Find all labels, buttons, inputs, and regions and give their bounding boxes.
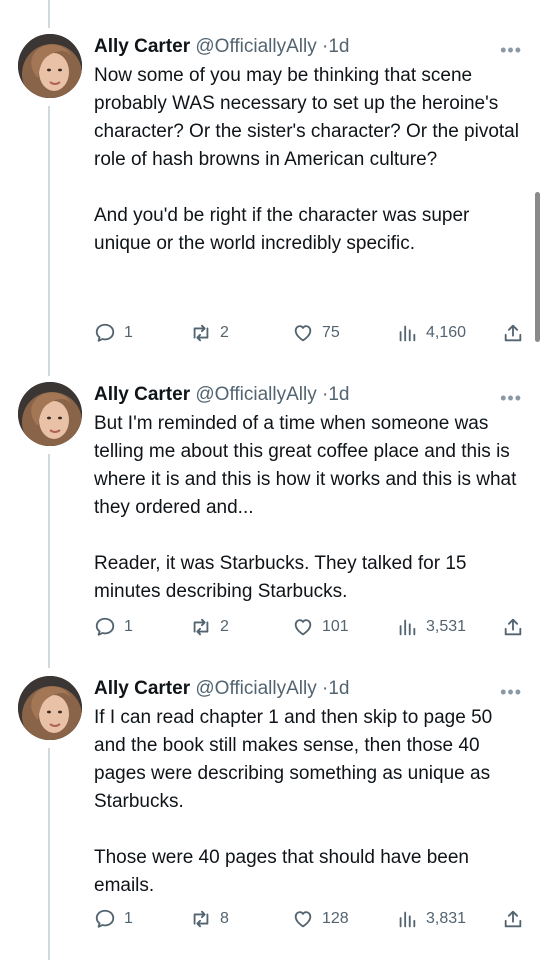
tweet-paragraph: Reader, it was Starbucks. They talked fo… <box>94 553 467 602</box>
tweet-actions: 1 2 75 4,160 <box>94 322 526 346</box>
views-button[interactable]: 4,160 <box>396 322 466 344</box>
thread-line <box>48 454 50 668</box>
reply-count: 1 <box>124 324 133 341</box>
avatar[interactable] <box>18 34 82 98</box>
reply-button[interactable]: 1 <box>94 908 133 930</box>
thread-line <box>48 0 50 28</box>
author-name[interactable]: Ally Carter <box>94 678 190 699</box>
like-count: 128 <box>322 910 349 927</box>
heart-icon <box>294 911 312 928</box>
tweet-actions: 1 2 101 3,531 <box>94 616 526 640</box>
like-count: 101 <box>322 618 349 635</box>
more-options-icon[interactable]: ••• <box>500 682 522 703</box>
reply-icon <box>95 617 115 636</box>
views-button[interactable]: 3,831 <box>396 908 466 930</box>
tweet-paragraph: Now some of you may be thinking that sce… <box>94 65 519 170</box>
avatar[interactable] <box>18 676 82 740</box>
tweet-text: Now some of you may be thinking that sce… <box>94 62 524 258</box>
reply-button[interactable]: 1 <box>94 616 133 638</box>
tweet-paragraph: Those were 40 pages that should have bee… <box>94 847 469 896</box>
like-button[interactable]: 101 <box>292 616 349 638</box>
share-button[interactable] <box>502 322 524 344</box>
thread-line <box>48 748 50 960</box>
views-icon <box>399 911 416 928</box>
tweet-text: If I can read chapter 1 and then skip to… <box>94 704 524 900</box>
tweet-paragraph: If I can read chapter 1 and then skip to… <box>94 707 493 812</box>
retweet-button[interactable]: 8 <box>190 908 229 930</box>
view-count: 3,531 <box>426 618 467 635</box>
share-button[interactable] <box>502 616 524 638</box>
retweet-button[interactable]: 2 <box>190 616 229 638</box>
views-icon <box>399 325 416 342</box>
retweet-count: 2 <box>220 324 229 341</box>
heart-icon <box>294 325 312 342</box>
reply-icon <box>95 909 115 928</box>
author-handle[interactable]: @OfficiallyAlly <box>195 384 316 405</box>
retweet-button[interactable]: 2 <box>190 322 229 344</box>
tweet-header: Ally Carter @OfficiallyAlly ·1d <box>94 678 350 700</box>
view-count: 4,160 <box>426 324 467 341</box>
retweet-count: 8 <box>220 910 229 927</box>
reply-icon <box>95 323 115 342</box>
views-icon <box>399 619 416 636</box>
author-handle[interactable]: @OfficiallyAlly <box>195 678 316 699</box>
avatar[interactable] <box>18 382 82 446</box>
tweet-time[interactable]: 1d <box>328 678 349 699</box>
tweet-header: Ally Carter @OfficiallyAlly ·1d <box>94 384 350 406</box>
share-icon <box>504 324 522 342</box>
tweet-paragraph: And you'd be right if the character was … <box>94 205 470 254</box>
tweet-time[interactable]: 1d <box>328 384 349 405</box>
share-icon <box>504 910 522 928</box>
reply-count: 1 <box>124 910 133 927</box>
like-button[interactable]: 128 <box>292 908 349 930</box>
author-name[interactable]: Ally Carter <box>94 36 190 57</box>
more-options-icon[interactable]: ••• <box>500 388 522 409</box>
retweet-count: 2 <box>220 618 229 635</box>
author-handle[interactable]: @OfficiallyAlly <box>195 36 316 57</box>
like-count: 75 <box>322 324 340 341</box>
tweet-time[interactable]: 1d <box>328 36 349 57</box>
retweet-icon <box>193 618 209 636</box>
retweet-icon <box>193 910 209 928</box>
tweet-header: Ally Carter @OfficiallyAlly ·1d <box>94 36 350 58</box>
like-button[interactable]: 75 <box>292 322 340 344</box>
view-count: 3,831 <box>426 910 467 927</box>
retweet-icon <box>193 324 209 342</box>
reply-count: 1 <box>124 618 133 635</box>
views-button[interactable]: 3,531 <box>396 616 466 638</box>
scrollbar[interactable] <box>535 192 540 342</box>
heart-icon <box>294 619 312 636</box>
tweet-text: But I'm reminded of a time when someone … <box>94 410 524 606</box>
tweet-paragraph: But I'm reminded of a time when someone … <box>94 413 517 518</box>
more-options-icon[interactable]: ••• <box>500 40 522 61</box>
share-icon <box>504 618 522 636</box>
reply-button[interactable]: 1 <box>94 322 133 344</box>
author-name[interactable]: Ally Carter <box>94 384 190 405</box>
thread-line <box>48 106 50 376</box>
share-button[interactable] <box>502 908 524 930</box>
tweet-actions: 1 8 128 3,831 <box>94 908 526 932</box>
